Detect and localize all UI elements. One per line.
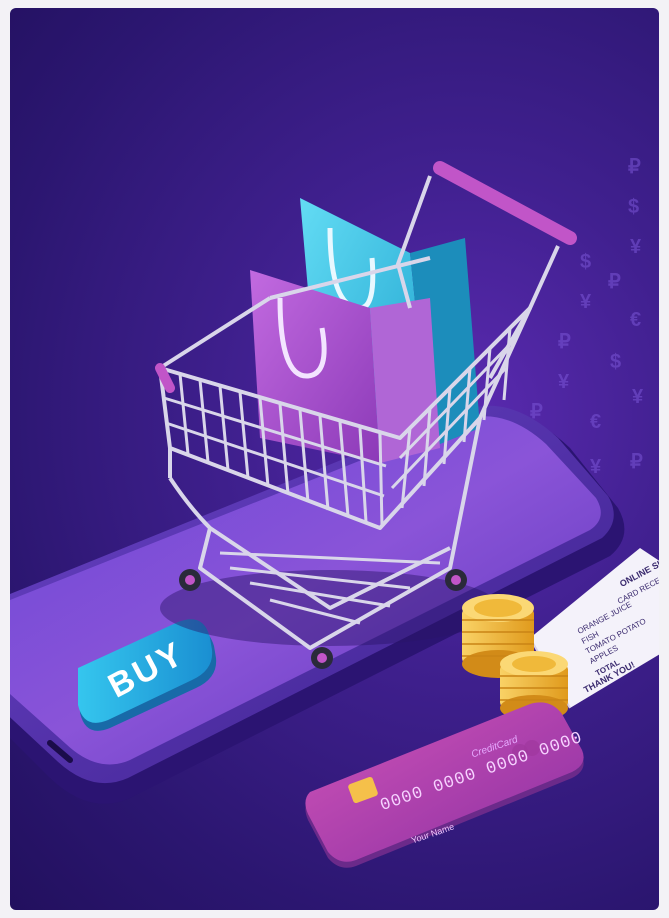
svg-text:₽: ₽ [630, 451, 643, 473]
svg-text:$: $ [610, 351, 621, 373]
svg-text:₽: ₽ [608, 271, 621, 293]
shopping-illustration: ₽$¥ ₽€$ ¥€₽ $¥₽ ¥₽€ ¥ [10, 156, 659, 868]
coin-stacks [462, 594, 568, 721]
svg-text:₽: ₽ [558, 331, 571, 353]
svg-text:¥: ¥ [580, 291, 592, 313]
svg-text:€: € [590, 411, 601, 433]
svg-text:€: € [630, 309, 641, 331]
svg-text:$: $ [580, 251, 591, 273]
illustration-frame: ₽$¥ ₽€$ ¥€₽ $¥₽ ¥₽€ ¥ [10, 8, 659, 910]
svg-text:¥: ¥ [590, 456, 602, 478]
svg-text:¥: ¥ [630, 236, 642, 258]
svg-text:¥: ¥ [558, 371, 570, 393]
svg-text:$: $ [628, 196, 639, 218]
svg-text:₽: ₽ [628, 156, 641, 178]
svg-text:¥: ¥ [632, 386, 644, 408]
shopping-bags [250, 198, 480, 463]
